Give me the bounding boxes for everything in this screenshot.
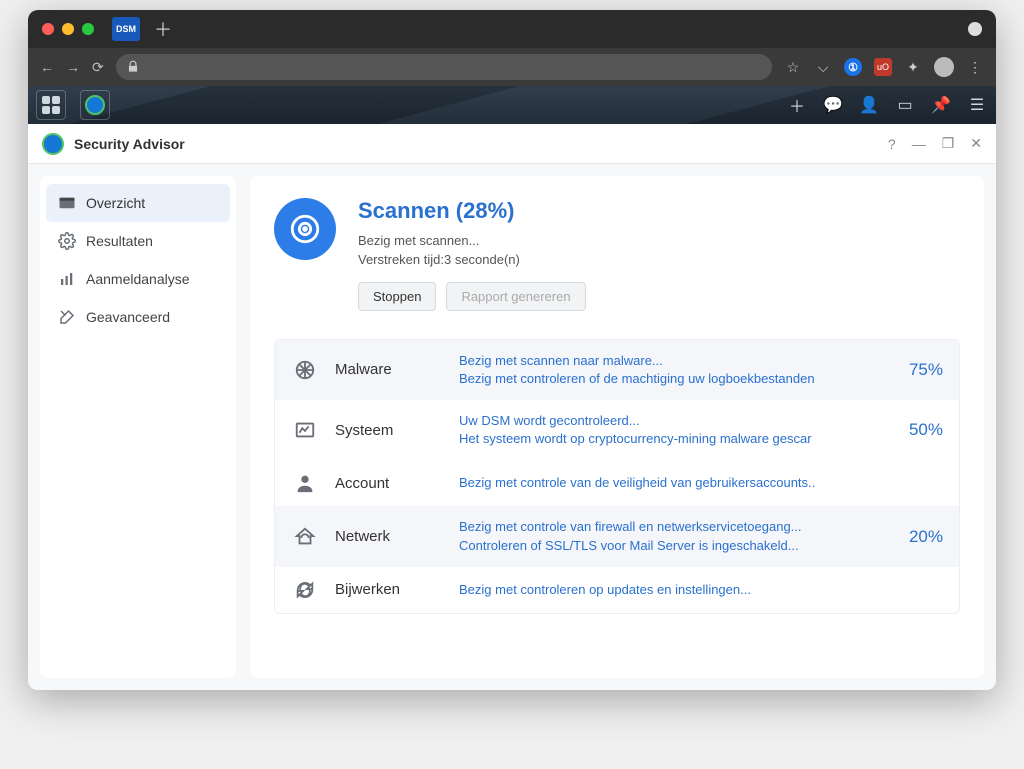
sidebar-item-overview[interactable]: Overzicht (46, 184, 230, 222)
malware-icon (291, 359, 319, 381)
category-percent: 75% (893, 360, 943, 380)
category-name: Account (335, 475, 443, 492)
dsm-settings-icon[interactable]: ☰ (966, 94, 988, 116)
app-header: Security Advisor ? — ❐ ✕ (28, 124, 996, 164)
chart-icon (58, 270, 76, 288)
category-row: Systeem Uw DSM wordt gecontroleerd... He… (275, 400, 959, 460)
close-button[interactable]: ✕ (970, 135, 982, 152)
status-line: Bezig met scannen naar malware... (459, 352, 877, 370)
browser-window: DSM ＋ ← → ⟳ ☆ ⌵ ① uO ✦ ⋮ ＋ 💬 👤 ▭ (28, 10, 996, 690)
category-status: Bezig met controleren op updates en inst… (459, 581, 877, 599)
category-status: Bezig met controle van firewall en netwe… (459, 518, 877, 554)
category-name: Netwerk (335, 528, 443, 545)
window-zoom-icon[interactable] (82, 23, 94, 35)
main-panel: Scannen (28%) Bezig met scannen... Verst… (250, 176, 984, 678)
pocket-icon[interactable]: ⌵ (814, 59, 832, 76)
window-close-icon[interactable] (42, 23, 54, 35)
dsm-chat-icon[interactable]: 💬 (822, 94, 844, 116)
update-icon (291, 579, 319, 601)
category-status: Bezig met scannen naar malware... Bezig … (459, 352, 877, 388)
reload-button[interactable]: ⟳ (92, 59, 104, 76)
category-name: Bijwerken (335, 581, 443, 598)
macos-titlebar: DSM ＋ (28, 10, 996, 48)
dsm-pin-icon[interactable]: 📌 (930, 94, 952, 116)
browser-toolbar: ← → ⟳ ☆ ⌵ ① uO ✦ ⋮ (28, 48, 996, 86)
status-line: Bezig met controle van firewall en netwe… (459, 518, 877, 536)
category-row: Malware Bezig met scannen naar malware..… (275, 340, 959, 400)
dsm-widgets-icon[interactable]: ▭ (894, 94, 916, 116)
sidebar: Overzicht Resultaten Aanmeldanalyse (40, 176, 236, 678)
scan-elapsed: Verstreken tijd:3 seconde(n) (358, 251, 586, 270)
sidebar-item-label: Overzicht (86, 195, 145, 211)
category-status: Bezig met controle van de veiligheid van… (459, 474, 877, 492)
sidebar-item-label: Resultaten (86, 233, 153, 249)
profile-avatar-icon[interactable] (934, 57, 954, 77)
category-row: Netwerk Bezig met controle van firewall … (275, 506, 959, 566)
address-bar[interactable] (116, 54, 772, 80)
sidebar-item-label: Aanmeldanalyse (86, 271, 190, 287)
scan-target-icon (274, 198, 336, 260)
dsm-user-icon[interactable]: 👤 (858, 94, 880, 116)
app-title: Security Advisor (74, 136, 185, 152)
app-window: Security Advisor ? — ❐ ✕ Overzicht (28, 124, 996, 690)
browser-menu-icon[interactable]: ⋮ (966, 59, 984, 76)
category-status: Uw DSM wordt gecontroleerd... Het systee… (459, 412, 877, 448)
star-icon[interactable]: ☆ (784, 59, 802, 76)
browser-tab[interactable]: DSM (112, 17, 140, 41)
scan-header: Scannen (28%) Bezig met scannen... Verst… (274, 198, 960, 311)
traffic-lights (42, 23, 94, 35)
security-advisor-icon (85, 95, 105, 115)
sidebar-item-results[interactable]: Resultaten (46, 222, 230, 260)
category-row: Account Bezig met controle van de veilig… (275, 460, 959, 506)
extensions-icon[interactable]: ✦ (904, 59, 922, 76)
onepassword-icon[interactable]: ① (844, 58, 862, 76)
dsm-main-menu-button[interactable] (36, 90, 66, 120)
dsm-add-icon[interactable]: ＋ (786, 94, 808, 116)
ublock-icon[interactable]: uO (874, 58, 892, 76)
status-line: Bezig met controleren op updates en inst… (459, 581, 877, 599)
sidebar-item-login-analysis[interactable]: Aanmeldanalyse (46, 260, 230, 298)
status-line: Uw DSM wordt gecontroleerd... (459, 412, 877, 430)
sidebar-item-label: Geavanceerd (86, 309, 170, 325)
status-line: Bezig met controle van de veiligheid van… (459, 474, 877, 492)
forward-button[interactable]: → (66, 59, 80, 75)
new-tab-button[interactable]: ＋ (154, 16, 172, 42)
generate-report-button: Rapport genereren (446, 282, 585, 311)
tools-icon (58, 308, 76, 326)
account-icon (291, 472, 319, 494)
results-icon (58, 232, 76, 250)
back-button[interactable]: ← (40, 59, 54, 75)
grid-icon (42, 96, 60, 114)
category-name: Malware (335, 361, 443, 378)
scan-status: Bezig met scannen... (358, 232, 586, 251)
category-percent: 50% (893, 420, 943, 440)
category-list: Malware Bezig met scannen naar malware..… (274, 339, 960, 614)
status-line: Bezig met controleren of de machtiging u… (459, 370, 877, 388)
tab-overflow-icon[interactable] (968, 22, 982, 36)
app-logo-icon (42, 133, 64, 155)
scan-title: Scannen (28%) (358, 198, 586, 224)
dsm-topbar: ＋ 💬 👤 ▭ 📌 ☰ (28, 86, 996, 124)
window-minimize-icon[interactable] (62, 23, 74, 35)
minimize-button[interactable]: — (912, 136, 926, 152)
status-line: Het systeem wordt op cryptocurrency-mini… (459, 430, 877, 448)
overview-icon (58, 194, 76, 212)
category-name: Systeem (335, 422, 443, 439)
category-row: Bijwerken Bezig met controleren op updat… (275, 567, 959, 613)
help-button[interactable]: ? (888, 136, 896, 152)
dsm-taskbar-app[interactable] (80, 90, 110, 120)
maximize-button[interactable]: ❐ (942, 135, 955, 152)
status-line: Controleren of SSL/TLS voor Mail Server … (459, 537, 877, 555)
lock-icon (126, 60, 140, 74)
sidebar-item-advanced[interactable]: Geavanceerd (46, 298, 230, 336)
category-percent: 20% (893, 527, 943, 547)
app-body: Overzicht Resultaten Aanmeldanalyse (28, 164, 996, 690)
network-icon (291, 526, 319, 548)
system-icon (291, 419, 319, 441)
stop-button[interactable]: Stoppen (358, 282, 436, 311)
